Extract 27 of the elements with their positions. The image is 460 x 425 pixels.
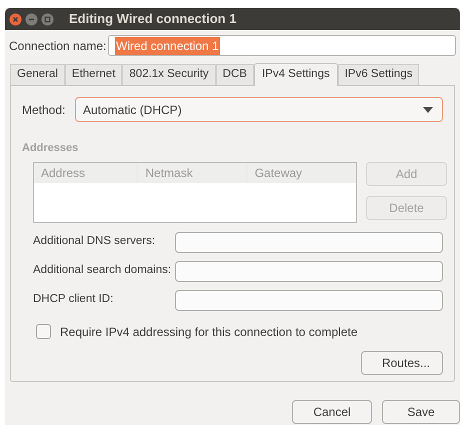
dialog-button[interactable]: Save [382,400,460,424]
maximize-icon[interactable] [41,12,54,26]
field-label: Additional DNS servers: [33,234,156,250]
checkbox[interactable] [36,324,51,339]
input-field[interactable] [175,260,443,282]
connection-name-value: Wired connection 1 [115,36,220,54]
routes-button[interactable]: Routes... [361,350,443,374]
checkbox-label: Require IPv4 addressing for this connection to complete [60,324,358,340]
field-label: Additional search domains: [33,263,172,278]
method-label: Method: [22,102,66,118]
addresses-heading: Addresses [22,141,80,156]
close-icon[interactable] [9,12,22,26]
tab[interactable]: DCB [216,64,254,85]
connection-name-label: Connection name: [9,38,108,54]
tab[interactable]: IPv4 Settings [254,63,338,86]
input-field[interactable] [175,232,443,252]
dialog-button[interactable]: Cancel [292,400,372,424]
input-field[interactable] [175,290,443,310]
method-dropdown[interactable]: Automatic (DHCP) [75,97,443,122]
tab[interactable]: 802.1x Security [122,64,216,85]
tab[interactable]: Ethernet [64,64,122,85]
field-label: DHCP client ID: [33,292,114,308]
tab[interactable]: IPv6 Settings [338,64,420,85]
dropdown-caret-icon [423,106,433,112]
tab[interactable]: General [10,64,65,85]
minimize-icon[interactable] [25,12,38,26]
window-title: Editing Wired connection 1 [69,10,236,28]
